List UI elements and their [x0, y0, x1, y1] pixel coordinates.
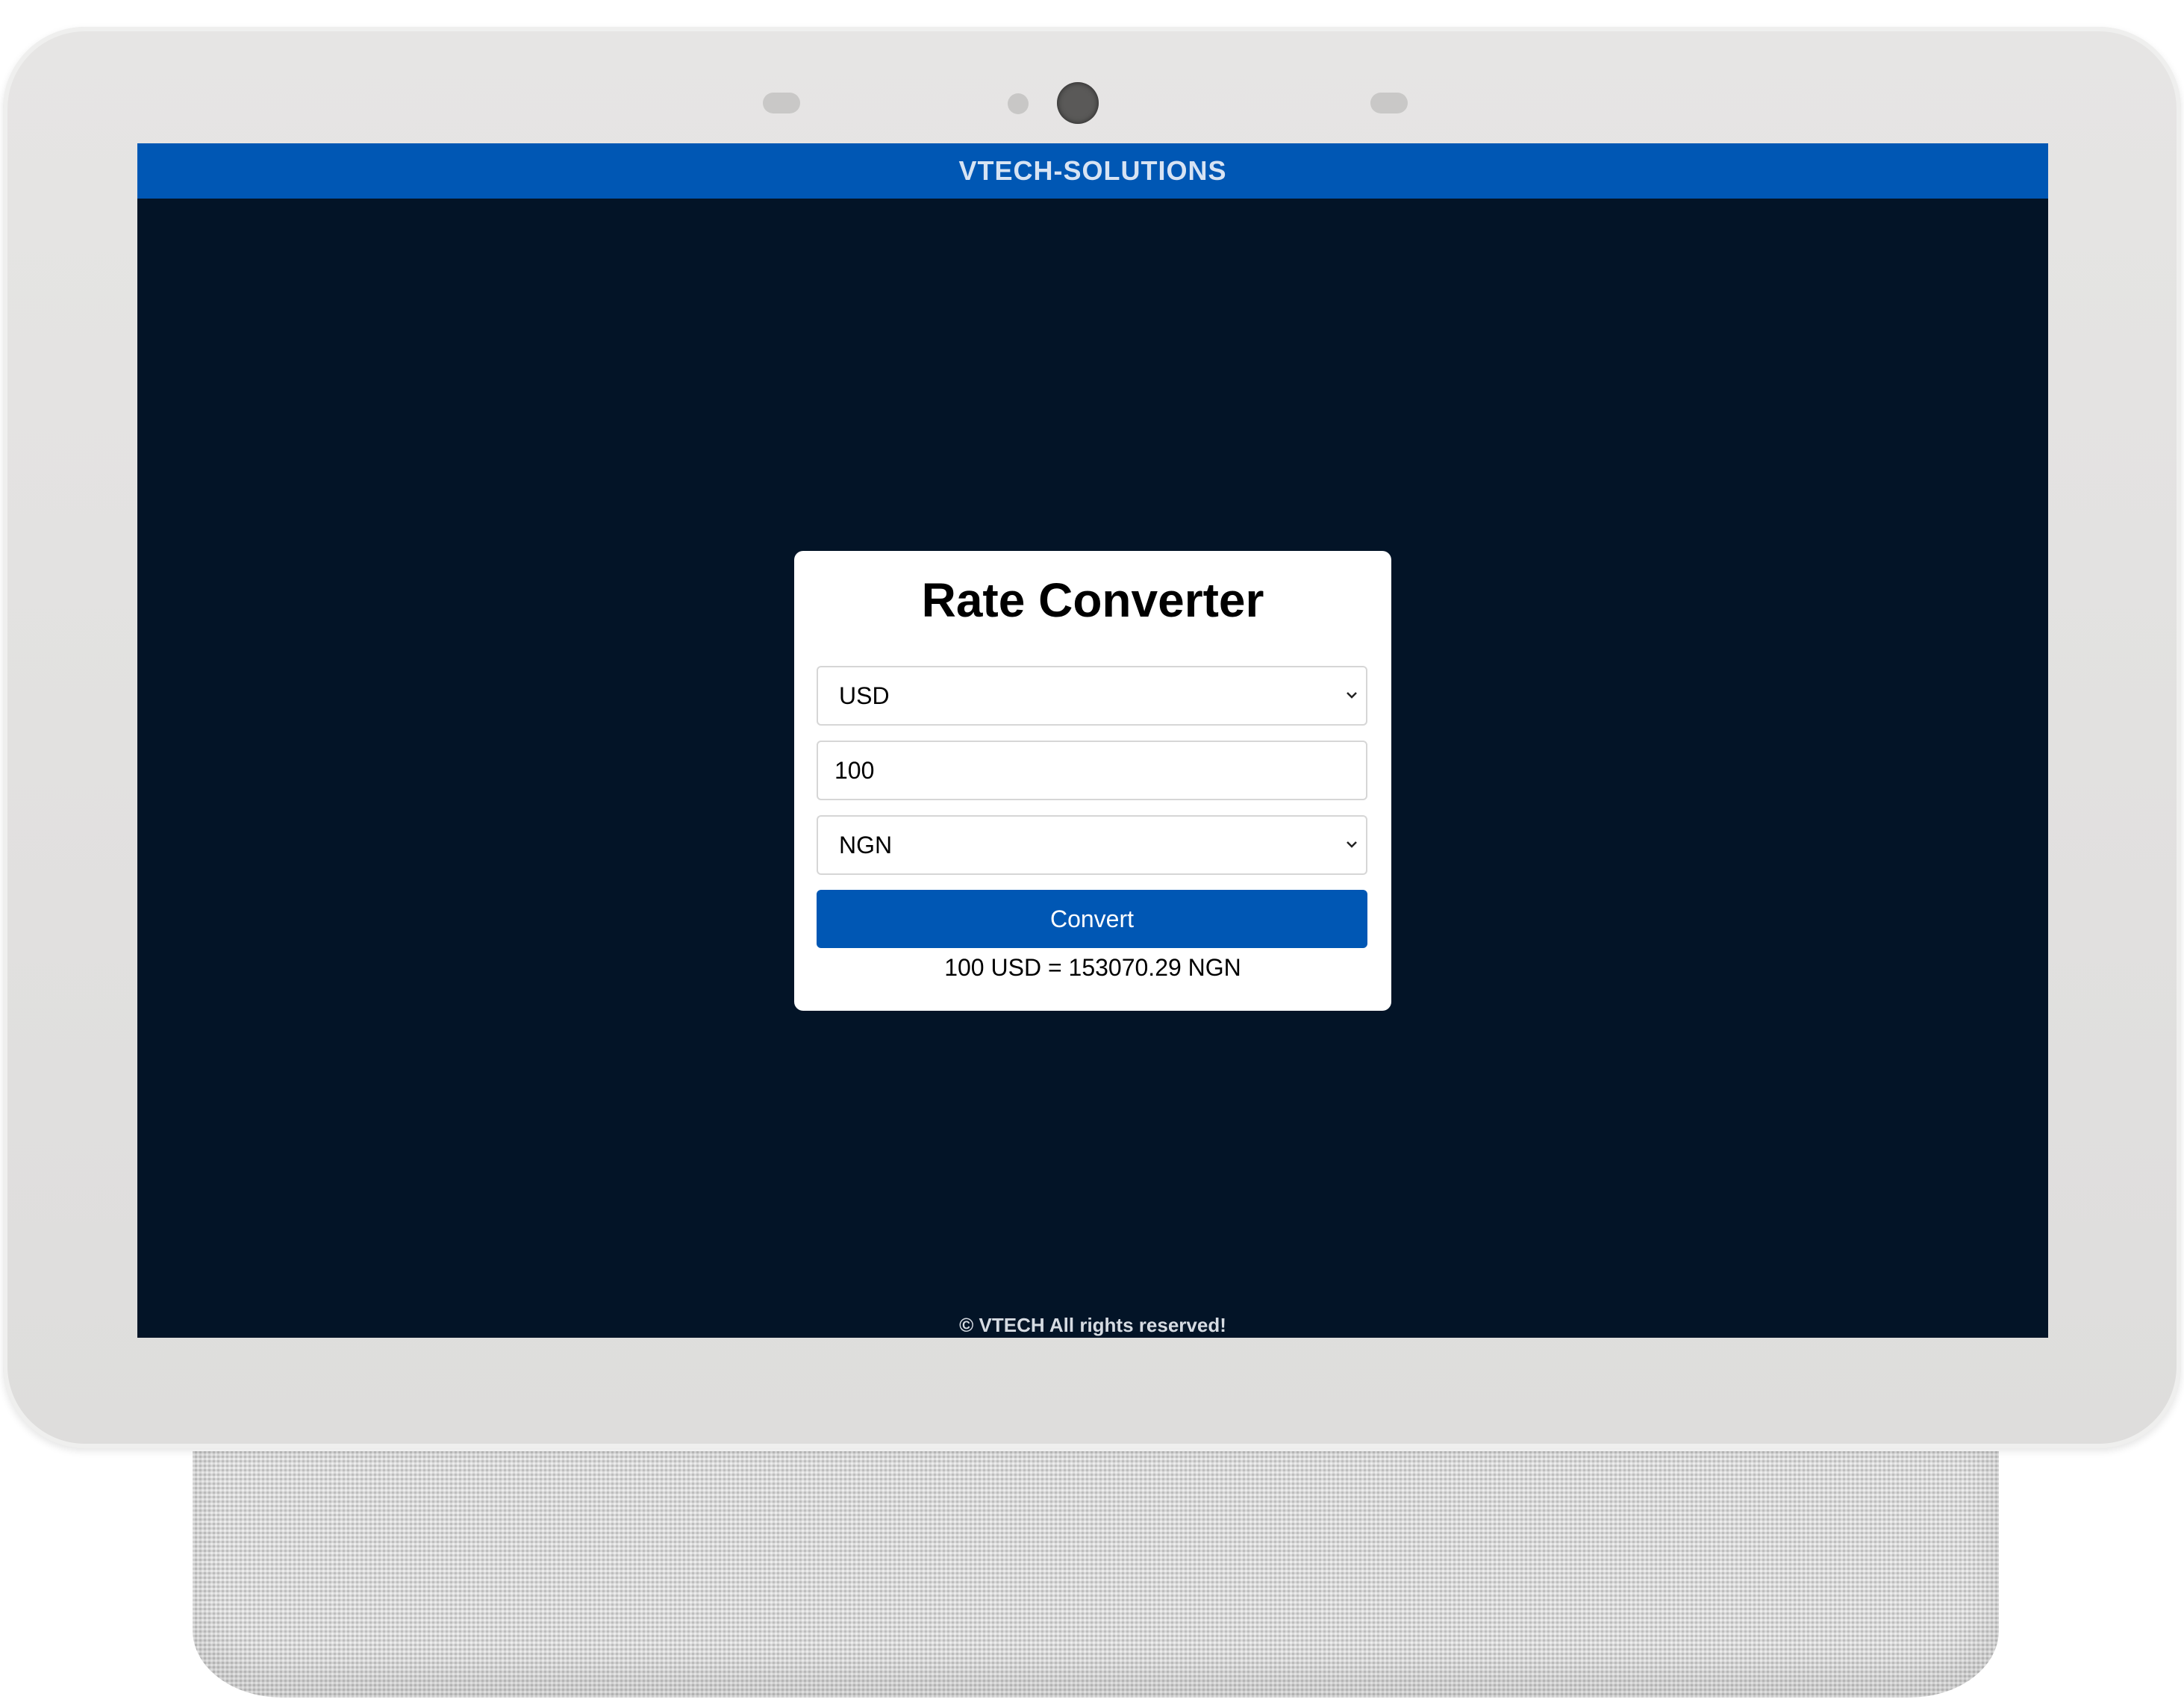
amount-value: 100 [834, 756, 875, 784]
footer-copyright: © VTECH All rights reserved! [959, 1314, 1226, 1336]
page-title: Rate Converter [921, 573, 1264, 627]
chevron-down-icon [1347, 692, 1357, 699]
camera-icon [1057, 82, 1099, 124]
to-currency-select[interactable]: NGN [817, 815, 1367, 875]
right-sensor [1370, 93, 1408, 113]
chevron-down-icon [1347, 841, 1357, 848]
convert-button[interactable]: Convert [817, 890, 1367, 948]
amount-input[interactable]: 100 [817, 741, 1367, 800]
from-currency-select[interactable]: USD [817, 666, 1367, 726]
ambient-light-sensor [1008, 93, 1029, 114]
brand-title: VTECH-SOLUTIONS [958, 155, 1227, 186]
speaker-base [193, 1451, 1999, 1698]
device-mockup: VTECH-SOLUTIONS Rate Converter USD 100 N… [0, 0, 2184, 1708]
top-bar: VTECH-SOLUTIONS [137, 143, 2048, 199]
conversion-result: 100 USD = 153070.29 NGN [944, 954, 1241, 981]
from-currency-value: USD [839, 682, 890, 709]
left-sensor [763, 93, 800, 113]
device-screen: VTECH-SOLUTIONS Rate Converter USD 100 N… [137, 143, 2048, 1338]
to-currency-value: NGN [839, 831, 893, 858]
converter-card: Rate Converter USD 100 NGN Convert 100 U… [794, 551, 1391, 1011]
